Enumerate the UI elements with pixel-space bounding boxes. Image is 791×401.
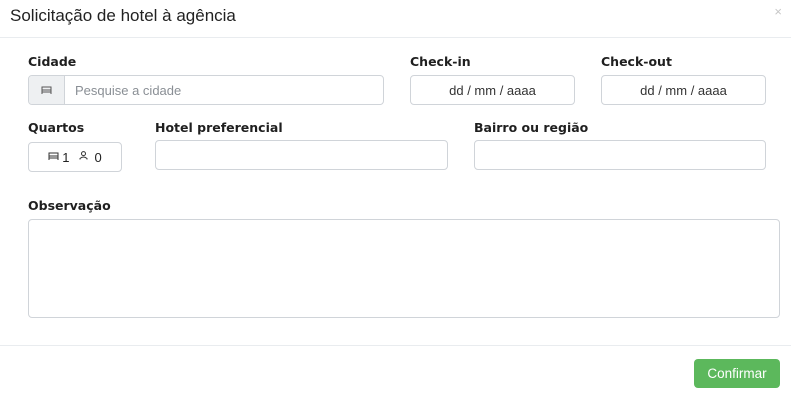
notes-textarea[interactable] [28,219,780,318]
city-search-input[interactable] [65,76,383,104]
checkout-label: Check-out [601,54,672,69]
person-icon [79,151,88,163]
rooms-label: Quartos [28,120,85,135]
modal-title: Solicitação de hotel à agência [10,6,236,25]
neighborhood-field [474,140,766,170]
hotel-input[interactable] [156,141,447,169]
hotel-label: Hotel preferencial [155,120,283,135]
checkout-date-value: dd / mm / aaaa [640,82,727,98]
neighborhood-label: Bairro ou região [474,120,589,135]
hotel-field [155,140,448,170]
checkin-date-value: dd / mm / aaaa [449,82,536,98]
city-field [28,75,384,105]
close-icon[interactable]: × [774,4,782,19]
confirm-button[interactable]: Confirmar [694,359,780,388]
footer-divider [0,345,791,346]
checkin-label: Check-in [410,54,471,69]
notes-label: Observação [28,198,111,213]
rooms-count: 1 [62,149,70,165]
hotel-request-modal: Solicitação de hotel à agência × Cidade … [0,0,791,401]
neighborhood-input[interactable] [475,141,765,169]
checkout-date-input[interactable]: dd / mm / aaaa [601,75,766,105]
bed-icon [48,151,59,163]
bed-icon [29,76,65,104]
modal-header: Solicitação de hotel à agência × [0,0,791,38]
city-label: Cidade [28,54,77,69]
rooms-guests-selector[interactable]: 1 0 [28,142,122,172]
guests-count: 0 [94,149,102,165]
checkin-date-input[interactable]: dd / mm / aaaa [410,75,575,105]
